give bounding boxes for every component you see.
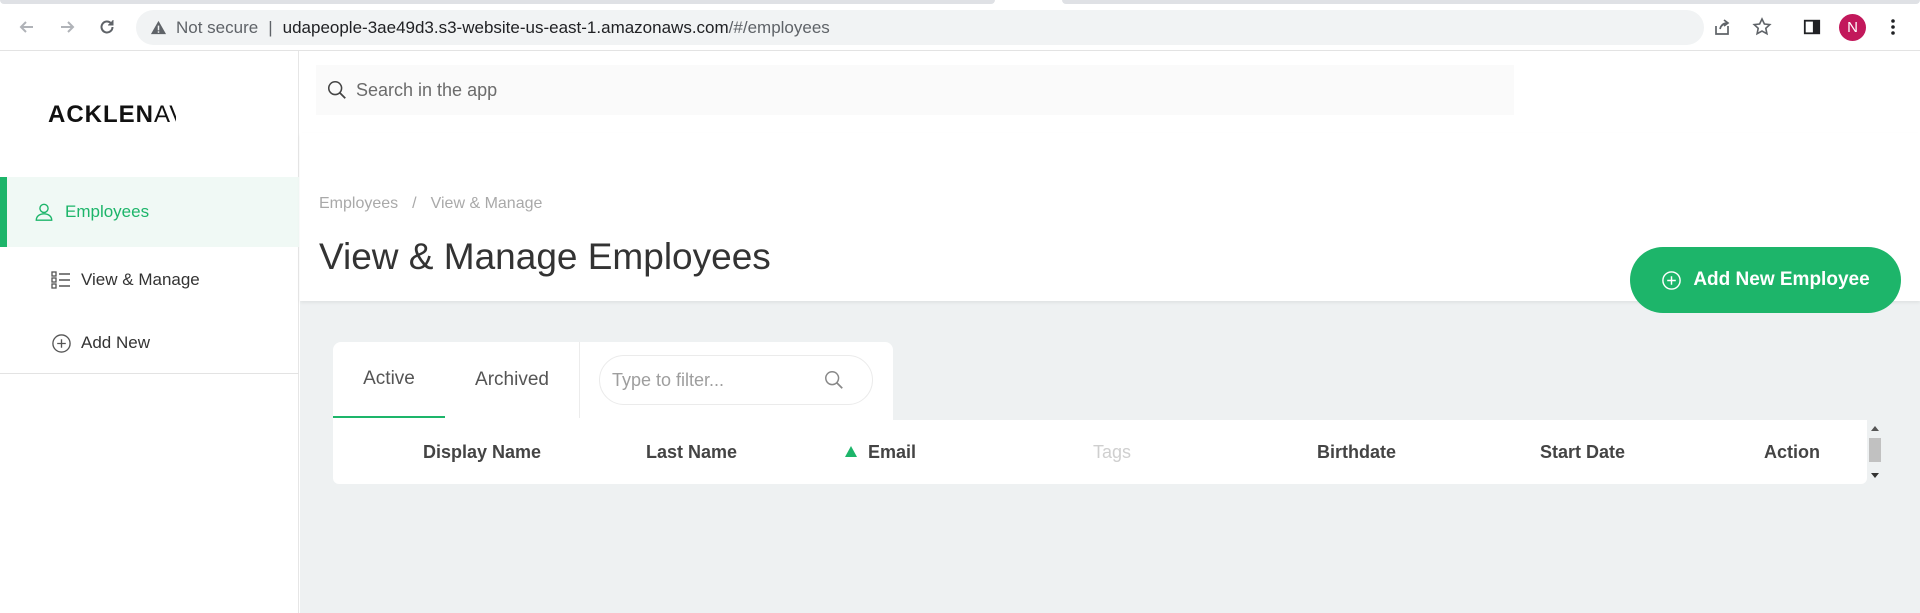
sidebar: ACKLENAV Employees View & Manage Add New [0,51,299,613]
search-input[interactable] [356,79,1256,101]
top-bar [300,51,1920,133]
url-text[interactable]: udapeople-3ae49d3.s3-website-us-east-1.a… [283,18,830,38]
browser-chrome: Not secure | udapeople-3ae49d3.s3-websit… [0,0,1920,51]
search-icon[interactable] [822,368,846,392]
column-label: Start Date [1540,441,1626,462]
tab-archived[interactable]: Archived [445,342,579,418]
logo-text-thin: AV [154,101,176,128]
reload-icon[interactable] [94,14,120,40]
forward-icon[interactable] [54,14,80,40]
browser-tab[interactable] [1062,0,1920,4]
column-header-tags: Tags [1093,420,1131,484]
browser-tabstrip [0,0,1920,5]
scrollbar-thumb[interactable] [1869,438,1881,462]
breadcrumb-item-view-manage[interactable]: View & Manage [431,195,543,213]
logo-text-bold: ACKLEN [48,101,154,128]
main-content: Employees / View & Manage View & Manage … [300,51,1920,613]
tab-label: Active [363,368,415,389]
column-label: Birthdate [1317,441,1397,462]
url-path: /#/employees [728,17,830,37]
not-secure-label[interactable]: Not secure [176,18,258,38]
column-label: Last Name [646,441,738,462]
column-header-last-name[interactable]: Last Name [646,420,737,484]
add-new-employee-button[interactable]: Add New Employee [1630,247,1901,313]
omnibox-separator: | [268,17,273,37]
bookmark-star-icon[interactable] [1749,14,1775,40]
scroll-down-icon[interactable] [1871,473,1879,478]
breadcrumb-item-employees[interactable]: Employees [319,195,398,213]
url-host: udapeople-3ae49d3.s3-website-us-east-1.a… [282,17,729,37]
warning-icon[interactable] [150,19,168,37]
kebab-menu-icon[interactable] [1880,14,1906,40]
column-header-email[interactable]: Email [844,420,916,484]
plus-circle-icon [1661,269,1683,291]
address-bar[interactable]: Not secure | udapeople-3ae49d3.s3-websit… [136,10,1704,45]
side-panel-icon[interactable] [1799,14,1825,40]
page-header: Employees / View & Manage View & Manage … [300,133,1920,313]
column-label: Action [1764,441,1820,462]
column-header-action: Action [1764,420,1820,484]
sort-ascending-icon [845,446,857,457]
table-header-row: Display Name Last Name Email Tags Birthd… [333,420,1867,484]
tabs-bar: Active Archived [333,342,893,420]
column-label: Tags [1093,441,1132,462]
add-button-label: Add New Employee [1693,269,1870,290]
user-icon [33,201,55,223]
brand-logo[interactable]: ACKLENAV [48,101,176,129]
column-header-birthdate[interactable]: Birthdate [1317,420,1396,484]
sidebar-item-label: Add New [81,333,150,352]
sidebar-item-add-new[interactable]: Add New [0,308,299,378]
column-header-display-name[interactable]: Display Name [423,420,541,484]
sidebar-item-label: Employees [65,202,150,221]
filter-input[interactable] [612,369,822,391]
breadcrumb: Employees / View & Manage [319,195,542,213]
plus-circle-icon [50,332,72,354]
page-title: View & Manage Employees [319,236,771,277]
scroll-up-icon[interactable] [1871,426,1879,431]
column-label: Email [868,441,917,462]
table-filter[interactable] [599,355,873,405]
app-search[interactable] [316,65,1514,115]
back-icon[interactable] [14,14,40,40]
breadcrumb-separator: / [412,195,417,212]
profile-avatar[interactable]: N [1839,14,1866,41]
browser-tab[interactable] [0,0,995,4]
tab-label: Archived [475,369,549,390]
sidebar-divider [0,373,299,374]
sidebar-item-label: View & Manage [81,270,200,289]
table-scrollbar[interactable] [1867,420,1883,484]
search-icon [324,77,350,103]
tab-active[interactable]: Active [333,342,445,418]
tab-divider [579,342,580,418]
sidebar-item-view-manage[interactable]: View & Manage [0,245,299,315]
share-icon[interactable] [1709,14,1735,40]
sidebar-item-employees[interactable]: Employees [0,177,299,247]
column-label: Display Name [423,441,542,462]
column-header-start-date[interactable]: Start Date [1540,420,1625,484]
profile-initial: N [1847,19,1858,36]
list-icon [50,269,72,291]
